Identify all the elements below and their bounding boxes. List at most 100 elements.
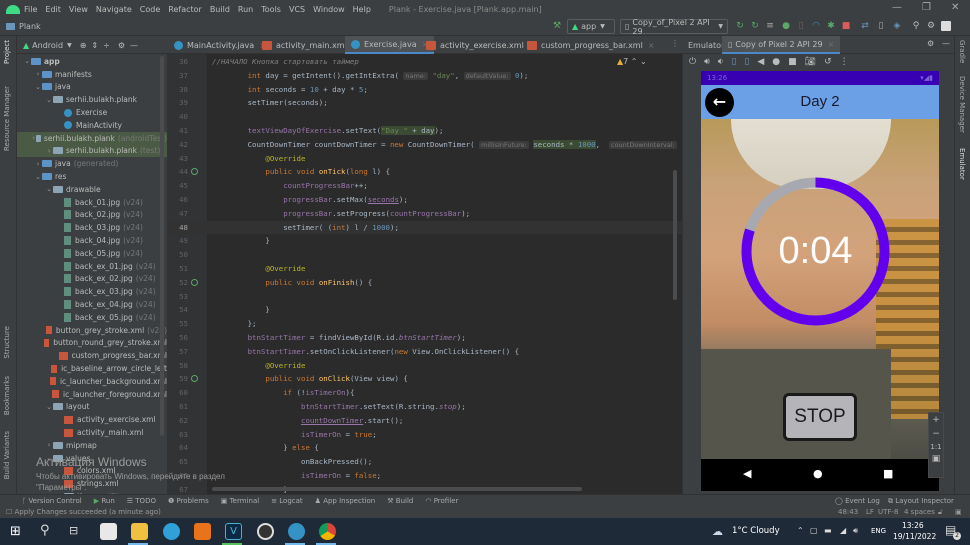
code-line[interactable]: 61 btnStartTimer.setText(R.string.stop); — [167, 400, 682, 414]
code-line[interactable]: 50 — [167, 248, 682, 262]
tree-item[interactable]: back_ex_03.jpg (v24) — [17, 285, 167, 298]
power-icon[interactable]: ⏻ — [689, 57, 696, 67]
line-number[interactable]: 40 — [170, 110, 188, 124]
structure-tool-button[interactable]: Structure — [3, 326, 11, 359]
line-number[interactable]: 37 — [170, 69, 188, 83]
line-number[interactable]: 47 — [170, 207, 188, 221]
code-line[interactable]: 65 onBackPressed(); — [167, 455, 682, 469]
status-checkbox-icon[interactable]: ☐ — [6, 508, 15, 516]
locate-icon[interactable]: ⊕ — [80, 41, 87, 50]
zoom-in-button[interactable]: + — [929, 415, 943, 425]
project-view-selector[interactable]: ▲ Android ▼ ⊕ ⇕ ÷ ⚙ — — [17, 36, 167, 54]
code-line[interactable]: 57 btnStartTimer.setOnClickListener(new … — [167, 345, 682, 359]
close-window-button[interactable]: ✕ — [951, 2, 959, 13]
app-inspection-tool[interactable]: ♟ App Inspection — [315, 497, 376, 505]
run-tool[interactable]: ▶ Run — [94, 497, 115, 505]
screenshot-camera-icon[interactable]: 📷︎ — [805, 57, 816, 67]
bookmarks-tool-button[interactable]: Bookmarks — [3, 376, 11, 415]
layout-inspector-tool[interactable]: ⧉ Layout Inspector — [888, 497, 954, 506]
event-log-tool[interactable]: ◯ Event Log — [835, 497, 880, 505]
line-number[interactable]: 61 — [170, 400, 188, 414]
android-studio-taskbar-icon[interactable] — [288, 523, 305, 540]
tree-item[interactable]: button_grey_stroke.xml (v24) — [17, 324, 167, 337]
chrome-icon[interactable] — [319, 523, 336, 540]
menu-code[interactable]: Code — [140, 5, 160, 14]
code-line[interactable]: 63 isTimerOn = true; — [167, 428, 682, 442]
weather-cloud-icon[interactable]: ☁ — [712, 525, 723, 538]
code-line[interactable]: 49 } — [167, 234, 682, 248]
chevron-right-icon[interactable]: › — [45, 441, 53, 449]
resource-manager-tool-button[interactable]: Resource Manager — [3, 86, 11, 151]
zoom-out-button[interactable]: − — [929, 429, 943, 439]
version-control-tool[interactable]: ᚴ Version Control — [22, 497, 82, 505]
volume-icon[interactable]: 🔊︎ — [853, 526, 858, 536]
back-icon[interactable]: ◀ — [757, 57, 764, 67]
logcat-icon[interactable]: ≡ — [765, 21, 775, 31]
override-method-icon[interactable] — [191, 168, 198, 176]
run-config-selector[interactable]: ▲ app ▼ — [567, 19, 615, 34]
close-tab-icon[interactable]: × — [828, 40, 835, 49]
line-separator[interactable]: LF — [866, 507, 874, 518]
tree-item[interactable]: back_02.jpg (v24) — [17, 209, 167, 222]
device-selector[interactable]: ▯ Copy_of_Pixel 2 API 29 ▼ — [620, 18, 728, 36]
volume-down-icon[interactable]: 🔉︎ — [718, 57, 724, 67]
stop-button[interactable]: STOP — [783, 393, 857, 441]
code-line[interactable]: 51 @Override — [167, 262, 682, 276]
code-line[interactable]: 38 int seconds = 10 + day * 5; — [167, 83, 682, 97]
chevron-down-icon[interactable]: ⌄ — [23, 57, 31, 65]
code-line[interactable]: 39 setTimer(seconds); — [167, 96, 682, 110]
menu-refactor[interactable]: Refactor — [168, 5, 202, 14]
tree-item[interactable]: › manifests — [17, 68, 167, 81]
logcat-tool[interactable]: ≡ Logcat — [271, 497, 302, 505]
sdk-manager-icon[interactable]: ◈ — [892, 21, 902, 31]
line-number[interactable]: 54 — [170, 303, 188, 317]
snapshot-icon[interactable]: ↺ — [824, 57, 832, 67]
line-number[interactable]: 57 — [170, 345, 188, 359]
restore-button[interactable]: ❐ — [922, 2, 931, 13]
next-highlight-icon[interactable]: ⌄ — [640, 57, 647, 66]
editor-horizontal-scrollbar[interactable] — [212, 487, 582, 491]
tree-item[interactable]: › serhii.bulakh.plank (androidTest) — [17, 131, 167, 145]
tree-item[interactable]: ic_launcher_background.xml — [17, 375, 167, 388]
tree-item[interactable]: ⌄ drawable — [17, 183, 167, 196]
tree-item[interactable]: button_round_grey_stroke.xml — [17, 337, 167, 350]
line-number[interactable]: 56 — [170, 331, 188, 345]
file-explorer-icon[interactable] — [131, 523, 148, 540]
problems-tool[interactable]: ❶ Problems — [168, 497, 209, 505]
override-method-icon[interactable] — [191, 375, 198, 383]
account-icon[interactable] — [941, 21, 951, 31]
menu-vcs[interactable]: VCS — [289, 5, 305, 14]
line-number[interactable]: 63 — [170, 428, 188, 442]
caret-position[interactable]: 48:43 — [838, 507, 858, 518]
gear-icon[interactable]: ⚙ — [118, 41, 125, 50]
task-view-icon[interactable]: ⊟ — [69, 524, 78, 537]
tree-item[interactable]: back_04.jpg (v24) — [17, 234, 167, 247]
code-line[interactable]: 52 public void onFinish() { — [167, 276, 682, 290]
tree-item[interactable]: back_ex_04.jpg (v24) — [17, 298, 167, 311]
profiler-tool[interactable]: ◠ Profiler — [425, 497, 458, 505]
obs-studio-icon[interactable] — [257, 523, 274, 540]
settings-gear-icon[interactable]: ⚙ — [926, 21, 936, 31]
tree-item[interactable]: activity_main.xml — [17, 426, 167, 439]
search-icon[interactable]: ⚲ — [40, 523, 50, 538]
tree-item[interactable]: ⌄ layout — [17, 401, 167, 414]
volume-up-icon[interactable]: 🔊︎ — [704, 57, 710, 67]
code-line[interactable]: 56 btnStartTimer = findViewById(R.id.btn… — [167, 331, 682, 345]
apply-changes-restart-icon[interactable]: ↻ — [735, 21, 745, 31]
line-number[interactable]: 50 — [170, 248, 188, 262]
battery-icon[interactable]: ▬ — [824, 526, 832, 535]
line-number[interactable]: 55 — [170, 317, 188, 331]
chevron-down-icon[interactable]: ⌄ — [45, 185, 53, 193]
rotate-right-icon[interactable]: ▯ — [744, 57, 749, 67]
search-icon[interactable]: ⚲ — [911, 21, 921, 31]
stop-icon[interactable]: ■ — [841, 21, 851, 31]
code-line[interactable]: 54 } — [167, 303, 682, 317]
rotate-left-icon[interactable]: ▯ — [731, 57, 736, 67]
code-line[interactable]: 59 public void onClick(View view) { — [167, 372, 682, 386]
code-line[interactable]: 43 @Override — [167, 152, 682, 166]
hide-emulator-icon[interactable]: — — [942, 39, 950, 48]
chevron-down-icon[interactable]: ⌄ — [34, 83, 42, 91]
code-line[interactable]: 58 @Override — [167, 359, 682, 373]
menu-navigate[interactable]: Navigate — [96, 5, 132, 14]
tray-overflow-icon[interactable]: ⌃ — [797, 526, 804, 535]
